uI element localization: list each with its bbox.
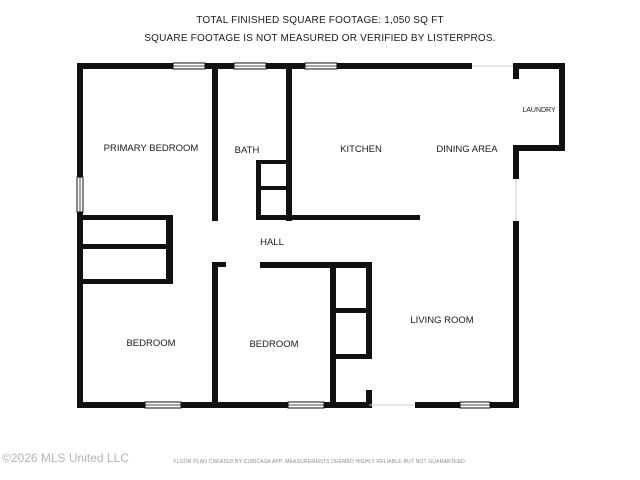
wall-bath-linen-mid bbox=[256, 186, 290, 190]
label-dining-area: DINING AREA bbox=[436, 144, 498, 155]
wall-laundry-left-top bbox=[513, 63, 519, 79]
label-bedroom-left: BEDROOM bbox=[126, 338, 175, 349]
wall-bath-right bbox=[286, 63, 292, 221]
wall-laundry-right bbox=[559, 63, 565, 151]
window-primary-top bbox=[172, 62, 206, 70]
window-bedroom-center-bottom bbox=[287, 401, 325, 409]
label-laundry: LAUNDRY bbox=[522, 107, 556, 114]
openings bbox=[369, 65, 517, 406]
wall-kitchen-bottom bbox=[286, 215, 420, 220]
label-primary-bedroom: PRIMARY BEDROOM bbox=[104, 143, 199, 154]
label-kitchen: KITCHEN bbox=[340, 144, 382, 155]
footer-disclaimer: FLOOR PLAN CREATED BY CUBICASA APP. MEAS… bbox=[173, 459, 467, 465]
window-living-bottom bbox=[459, 401, 491, 409]
wall-primary-bath bbox=[212, 63, 218, 221]
wall-top-laundry bbox=[513, 63, 565, 69]
wall-closet-bottom bbox=[83, 279, 173, 284]
wall-closet-center-lower bbox=[330, 354, 372, 359]
wall-closet-bottom-stub bbox=[166, 262, 173, 284]
floor-plan: PRIMARY BEDROOM BATH KITCHEN DINING AREA… bbox=[76, 62, 565, 409]
label-bath: BATH bbox=[235, 145, 260, 156]
wall-left-upper bbox=[77, 63, 83, 177]
wall-laundry-bottom bbox=[513, 145, 565, 151]
wall-primary-bottom bbox=[83, 215, 173, 220]
window-bath-top bbox=[233, 62, 267, 70]
wall-bottom-left bbox=[77, 402, 369, 408]
wall-right-lower bbox=[513, 221, 519, 408]
wall-right-upper bbox=[513, 145, 519, 179]
wall-bath-linen-left bbox=[256, 160, 261, 220]
window-kitchen-top bbox=[304, 62, 338, 70]
wall-closet-mid bbox=[83, 244, 167, 249]
window-primary-left bbox=[76, 176, 84, 213]
wall-closet-right bbox=[166, 215, 173, 267]
label-hall: HALL bbox=[260, 237, 284, 248]
wall-closet-center-left bbox=[330, 262, 336, 408]
window-bedroom-left-bottom bbox=[144, 401, 182, 409]
wall-bath-linen-top bbox=[256, 160, 290, 164]
wall-top-left bbox=[77, 63, 472, 69]
wall-hall-bottom-right bbox=[260, 262, 372, 268]
label-living-room: LIVING ROOM bbox=[410, 315, 473, 326]
wall-bedrooms-divider bbox=[212, 262, 218, 408]
label-bedroom-center: BEDROOM bbox=[249, 339, 298, 350]
walls bbox=[77, 63, 565, 408]
wall-closet-center-mid bbox=[330, 308, 372, 313]
wall-left-lower bbox=[77, 212, 83, 408]
windows bbox=[76, 62, 491, 409]
